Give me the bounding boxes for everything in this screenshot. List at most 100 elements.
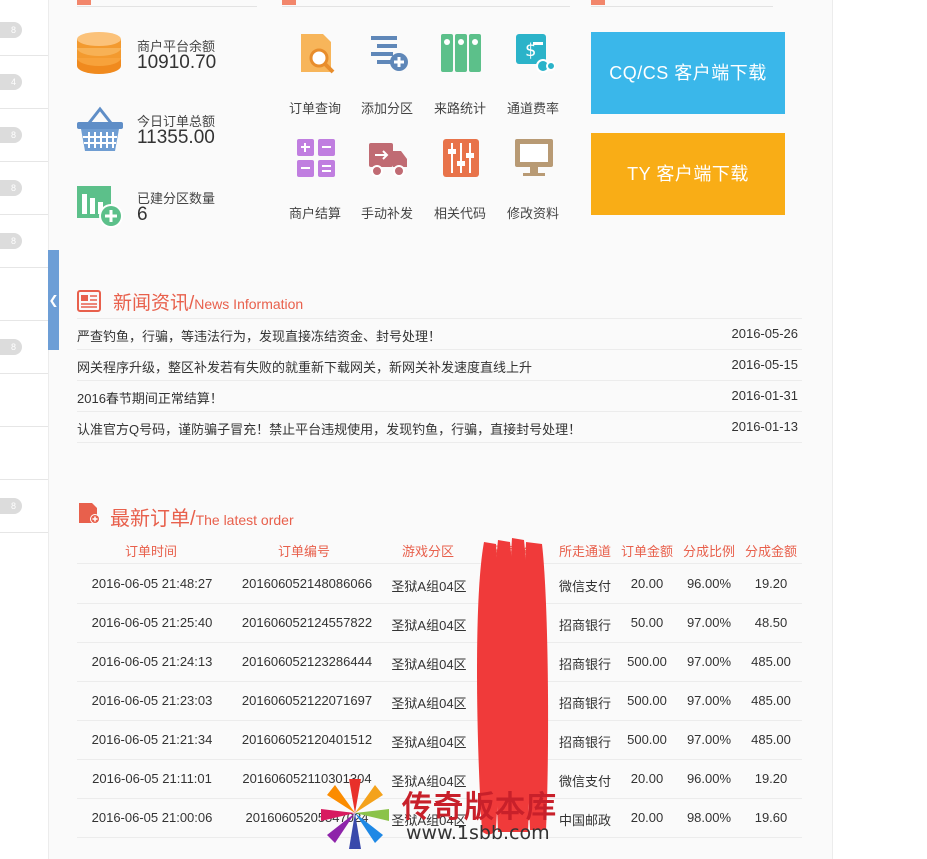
coin-stack-icon (77, 32, 121, 74)
action-label: 修改资料 (506, 206, 559, 221)
basket-icon (77, 106, 123, 151)
table-row[interactable]: 2016-06-05 21:24:13 20160605212328​6444 圣狱… (77, 642, 802, 682)
order-amount: 500.00 (627, 654, 667, 669)
monitor-icon (515, 139, 553, 176)
sidebar-badge: 8 (0, 180, 22, 196)
watermark-brand: 传奇版本库 (402, 790, 557, 825)
share-amount: 19.60 (754, 810, 788, 825)
news-item[interactable]: 认准官方Q号码，谨防骗子冒充！禁止平台违规使用，发现钓鱼，行骗，直接封号处理！ … (77, 411, 802, 443)
sidebar-badge: 8 (0, 22, 22, 38)
watermark-star-logo (321, 779, 389, 849)
order-doc-icon (79, 503, 100, 524)
stat-today-total: 今日订单总额 11355.00 (75, 105, 275, 155)
order-id: 20160605212207​1697 (241, 693, 373, 708)
sidebar-item[interactable]: 8 (0, 162, 48, 215)
sidebar-item[interactable]: 8 (0, 321, 48, 374)
order-id: 20160605214808​6066 (241, 576, 373, 591)
news-title-en: News Information (194, 296, 304, 312)
action-label: 手动补发 (360, 206, 413, 221)
action-add-partition[interactable]: 添加分区 (351, 32, 423, 127)
sidebar-collapse-toggle[interactable]: ❮ (48, 250, 59, 350)
news-title[interactable]: 2016春节期间正常结算！ (77, 388, 223, 407)
table-row[interactable]: 2016-06-05 21:25:40 20160605212455​7822 圣狱… (77, 603, 802, 643)
sidebar-item[interactable] (0, 427, 48, 480)
share-rate: 97.00% (686, 732, 732, 747)
action-related-code[interactable]: 相关代码 (424, 137, 496, 232)
action-channel-rate[interactable]: $ 通道费率 (497, 32, 569, 127)
stat-value: 10910.70 (137, 52, 217, 73)
orders-title-en: The latest order (195, 512, 294, 528)
pay-channel: 招商银行 (558, 618, 611, 633)
game-partition: 圣狱A组04区 (391, 579, 467, 594)
sidebar-item[interactable]: 4 (0, 56, 48, 109)
table-row[interactable]: 2016-06-05 21:23:03 20160605212207​1697 圣狱… (77, 681, 802, 721)
game-partition: 圣狱A组04区 (391, 657, 467, 672)
share-rate: 97.00% (686, 654, 732, 669)
sidebar-item[interactable]: 8 (0, 480, 48, 533)
game-partition: 圣狱A组04区 (391, 618, 467, 633)
share-amount: 485.00 (751, 693, 791, 708)
share-rate: 96.00% (686, 771, 732, 786)
truck-icon (369, 143, 407, 177)
share-amount: 485.00 (751, 654, 791, 669)
table-row[interactable]: 2016-06-05 21:48:27 20160605214808​6066 圣狱… (77, 564, 802, 604)
stat-balance: 商户平台余额 10910.70 (75, 30, 275, 80)
col-header: 游戏分区 (401, 544, 454, 559)
source-stats-icon (441, 34, 481, 72)
order-time: 2016-06-05 21:11:01 (92, 771, 212, 786)
sidebar-item[interactable] (0, 268, 48, 321)
table-row[interactable]: 2016-06-05 21:21:34 20160605212040​1512 圣狱… (77, 720, 802, 760)
download-ty-button[interactable]: TY 客户端下载 (591, 133, 785, 215)
news-heading: 新闻资讯/News Information (113, 288, 303, 315)
pay-channel: 招商银行 (558, 735, 611, 750)
order-time: 2016-06-05 21:00:06 (91, 810, 213, 825)
action-source-stats[interactable]: 来路统计 (424, 32, 496, 127)
action-label: 添加分区 (360, 101, 413, 116)
section-divider (591, 6, 773, 7)
order-time: 2016-06-05 21:25:40 (91, 615, 213, 630)
share-rate: 97.00% (686, 693, 732, 708)
sidebar-badge: 8 (0, 127, 22, 143)
news-date: 2016-05-26 (731, 326, 799, 341)
action-label: 通道费率 (506, 101, 559, 116)
sidebar-item[interactable]: 8 (0, 109, 48, 162)
action-label: 订单查询 (288, 101, 341, 116)
news-item[interactable]: 严查钓鱼，行骗，等违法行为，发现直接冻结资金、封号处理！ 2016-05-26 (77, 318, 802, 350)
calculator-icon (297, 139, 335, 177)
add-chart-icon (77, 186, 123, 228)
action-manual-resend[interactable]: 手动补发 (351, 137, 423, 232)
news-item[interactable]: 2016春节期间正常结算！ 2016-01-31 (77, 380, 802, 412)
section-divider (77, 6, 257, 7)
col-header: 订单时间 (124, 544, 177, 559)
sidebar-item[interactable]: 8 (0, 215, 48, 268)
add-partition-icon (371, 36, 408, 71)
section-icon (282, 0, 296, 5)
news-title[interactable]: 认准官方Q号码，谨防骗子冒充！禁止平台违规使用，发现钓鱼，行骗，直接封号处理！ (77, 419, 581, 438)
sidebar-badge: 8 (0, 498, 22, 514)
action-label: 来路统计 (433, 101, 486, 116)
news-title[interactable]: 严查钓鱼，行骗，等违法行为，发现直接冻结资金、封号处理！ (77, 326, 441, 345)
share-rate: 96.00% (686, 576, 732, 591)
sidebar-item[interactable] (0, 374, 48, 427)
sidebar-item[interactable]: 8 (0, 0, 48, 56)
section-divider (282, 6, 570, 7)
order-time: 2016-06-05 21:23:03 (91, 693, 213, 708)
order-amount: 500.00 (627, 693, 667, 708)
news-title[interactable]: 网关程序升级，整区补发若有失败的就重新下载网关，新网关补发速度直线上升 (77, 357, 532, 376)
sidebar-badge: 8 (0, 339, 22, 355)
news-icon (77, 290, 101, 312)
order-amount: 20.00 (630, 771, 664, 786)
action-edit-profile[interactable]: 修改资料 (497, 137, 569, 232)
stat-value: 6 (137, 204, 148, 225)
order-amount: 20.00 (630, 576, 664, 591)
news-item[interactable]: 网关程序升级，整区补发若有失败的就重新下载网关，新网关补发速度直线上升 2016… (77, 349, 802, 381)
order-time: 2016-06-05 21:48:27 (91, 576, 213, 591)
action-merchant-settle[interactable]: 商户结算 (279, 137, 351, 232)
download-cqcs-button[interactable]: CQ/CS 客户端下载 (591, 32, 785, 114)
sidebar-badge: 4 (0, 74, 22, 90)
order-id: 20160605212455​7822 (241, 615, 373, 630)
action-order-search[interactable]: 订单查询 (279, 32, 351, 127)
share-amount: 19.20 (754, 576, 788, 591)
section-icon (591, 0, 605, 5)
sidebar-badge: 8 (0, 233, 22, 249)
